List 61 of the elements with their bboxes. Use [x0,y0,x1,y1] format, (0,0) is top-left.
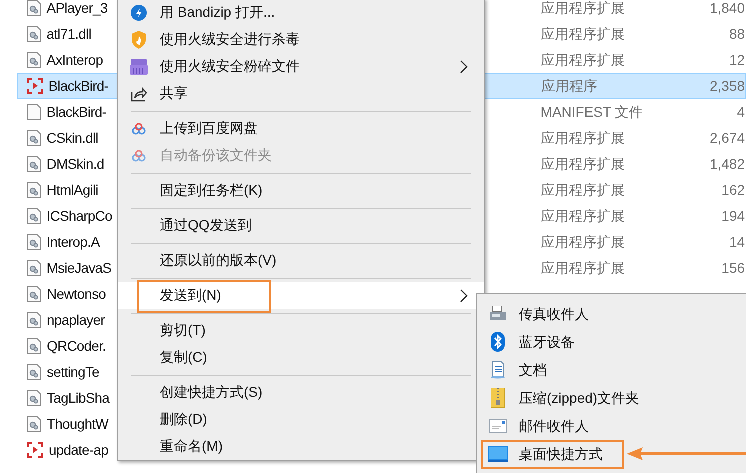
file-name: npaplayer [47,310,106,330]
menu-item-label: 蓝牙设备 [519,332,575,352]
file-size: 162 [720,180,746,200]
menu-item-label: 上传到百度网盘 [160,119,258,138]
file-name: BlackBird- [46,102,108,122]
file-name: Newtonso [47,284,108,304]
file-name: AxInterop [46,50,104,70]
file-size: 156 [720,258,746,278]
file-type: 应用程序扩展 [540,206,626,226]
file-name: APlayer_3 [46,0,109,18]
file-name: MsieJavaS [46,258,113,278]
file-type: 应用程序扩展 [540,50,626,70]
file-size: 88 [728,24,746,44]
menu-item-label: 重命名(M) [160,437,223,456]
file-type: 应用程序扩展 [540,154,626,174]
file-name: ThoughtW [47,414,110,434]
menu-item-label: 删除(D) [160,410,208,429]
file-size: 1,840 [708,0,746,18]
menu-item-label: 剪切(T) [160,321,206,340]
menu-item-label: 通过QQ发送到 [160,216,252,235]
file-name: atl71.dll [46,24,92,44]
menu-item-label: 复制(C) [160,348,208,367]
menu-item-label: 压缩(zipped)文件夹 [519,388,640,408]
file-name: update-ap [49,440,110,460]
file-type: 应用程序扩展 [540,128,626,148]
file-size: 14 [728,232,746,252]
menu-item-label: 传真收件人 [519,304,589,324]
menu-item-label: 还原以前的版本(V) [160,251,277,270]
file-size: 2,358 [708,76,746,96]
file-size: 194 [720,206,746,226]
menu-item-label: 使用火绒安全进行杀毒 [160,30,300,49]
file-size: 12 [728,50,746,70]
file-type: 应用程序 [541,76,598,96]
menu-item-label: 自动备份该文件夹 [160,146,272,165]
menu-item-label: 用 Bandizip 打开... [160,3,276,22]
file-name: QRCoder. [47,336,108,356]
file-name: Interop.A [46,232,102,252]
menu-item-label: 创建快捷方式(S) [160,383,263,402]
file-name: DMSkin.d [46,154,106,174]
file-type: 应用程序扩展 [540,24,626,44]
file-size: 2,674 [708,128,746,148]
file-size: 4 [736,102,746,122]
file-type: 应用程序扩展 [540,0,626,18]
menu-item-label: 文档 [519,360,547,380]
menu-item-label: 共享 [160,84,188,103]
file-type: MANIFEST 文件 [540,102,644,122]
menu-item-label: 桌面快捷方式 [519,444,603,464]
file-name: BlackBird- [48,76,110,96]
menu-item-label: 使用火绒安全粉碎文件 [160,57,300,76]
file-type: 应用程序扩展 [540,258,626,278]
menu-item-label: 邮件收件人 [519,416,589,436]
menu-item-label: 发送到(N) [160,286,222,305]
file-name: CSkin.dll [46,128,100,148]
file-type: 应用程序扩展 [540,180,626,200]
file-name: settingTe [47,362,100,382]
file-type: 应用程序扩展 [540,232,626,252]
file-name: HtmlAgili [46,180,100,200]
file-name: TagLibSha [47,388,111,408]
file-name: ICSharpCo [46,206,114,226]
file-size: 1,482 [708,154,746,174]
menu-item-label: 固定到任务栏(K) [160,181,263,200]
